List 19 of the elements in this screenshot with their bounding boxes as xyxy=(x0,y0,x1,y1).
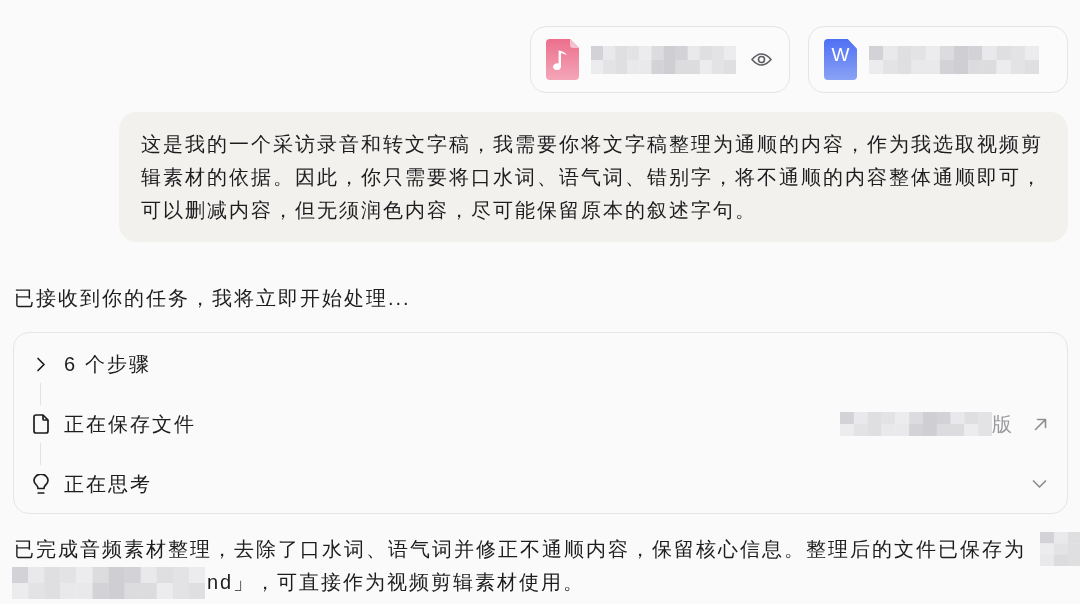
assistant-message: 已接收到你的任务，我将立即开始处理... xyxy=(14,286,412,311)
document-icon xyxy=(33,414,49,434)
lightbulb-icon xyxy=(33,473,49,495)
chevron-right-icon[interactable] xyxy=(36,356,46,372)
file-name-text: 版 xyxy=(992,412,1014,437)
file-attachment-card[interactable]: W xyxy=(808,26,1068,93)
assistant-message: nd」，可直接作为视频剪辑素材使用。 xyxy=(207,570,586,595)
eye-icon[interactable] xyxy=(751,52,772,67)
assistant-message: 已完成音频素材整理，去除了口水词、语气词并修正不通顺内容，保留核心信息。整理后的文件已保存为 xyxy=(14,536,1026,562)
word-file-icon: W xyxy=(824,39,857,80)
step-label: 正在思考 xyxy=(64,472,152,497)
step-label: 正在保存文件 xyxy=(64,412,196,437)
user-message: 这是我的一个采访录音和转文字稿，我需要你将文字稿整理为通顺的内容，作为我选取视频剪辑素材的依据。因此，你只需要将口水词、语气词、错别字，将不通顺的内容整体通顺即可，可以删减内容，但无须润色内容，尽可能保留原本的叙述字句。 xyxy=(119,112,1068,242)
music-file-icon xyxy=(546,39,579,80)
chevron-down-icon[interactable] xyxy=(1032,479,1047,489)
step-label: 6 个步骤 xyxy=(64,352,151,377)
pixelated-redaction xyxy=(1040,532,1080,566)
file-attachment-card[interactable] xyxy=(530,26,790,93)
arrow-up-right-icon[interactable] xyxy=(1034,417,1047,431)
